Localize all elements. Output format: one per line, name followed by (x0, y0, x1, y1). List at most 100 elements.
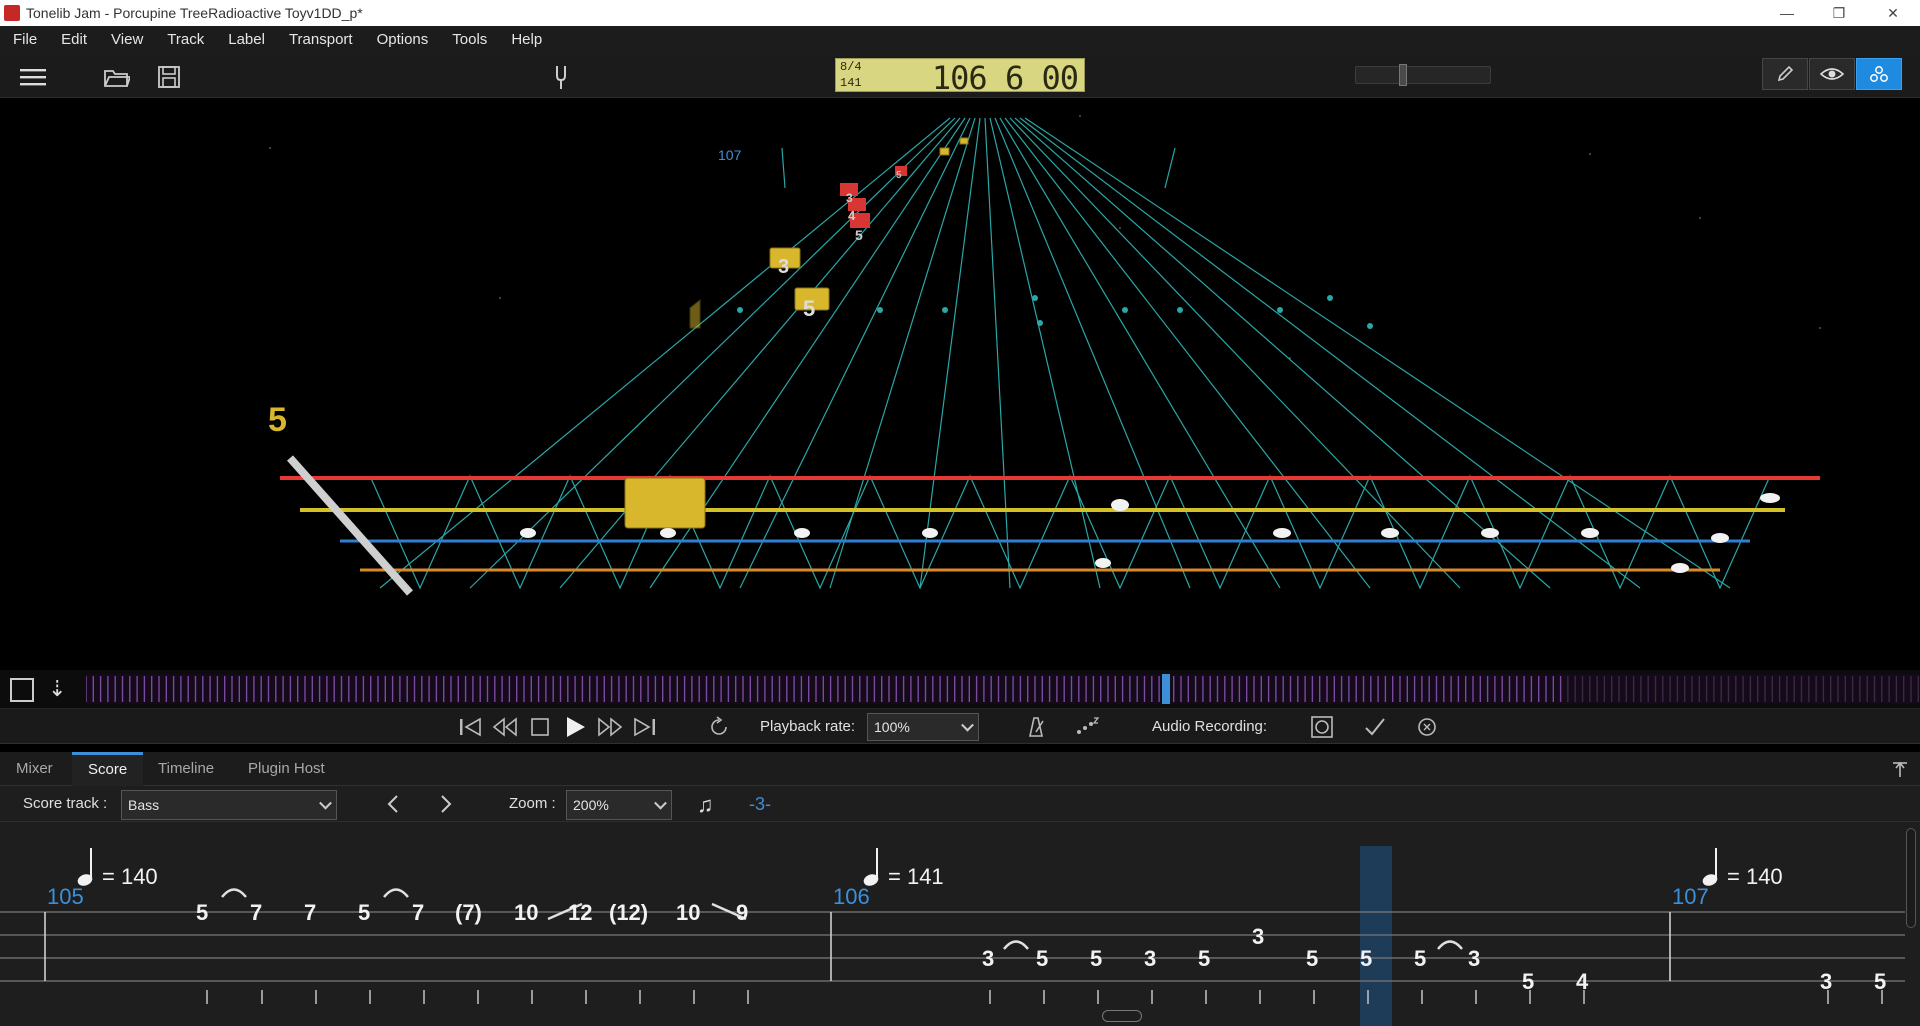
tab-note[interactable]: 7 (250, 900, 262, 926)
tab-note[interactable]: 10 (514, 900, 538, 926)
menu-tools[interactable]: Tools (440, 26, 499, 54)
music-note-icon[interactable]: ♫ (697, 792, 714, 818)
fretboard-bar-label: 107 (718, 147, 742, 163)
playhead-fret-number: 5 (268, 401, 287, 439)
play-icon[interactable] (562, 715, 588, 739)
rewind-icon[interactable] (492, 715, 518, 739)
open-folder-icon[interactable] (102, 62, 132, 92)
jam-mode-button[interactable] (1856, 58, 1902, 90)
panel-resize-handle[interactable] (937, 743, 987, 756)
score-resize-handle[interactable] (1102, 1010, 1142, 1022)
score-track-value: Bass (128, 797, 160, 813)
grid-view-icon[interactable] (10, 678, 34, 702)
tab-note[interactable]: 7 (304, 900, 316, 926)
tab-note[interactable]: 12 (568, 900, 592, 926)
score-track-select[interactable]: Bass (121, 790, 337, 820)
bar-total: 141 (840, 76, 862, 90)
tab-note[interactable]: 5 (1198, 946, 1210, 972)
strings (280, 476, 1820, 572)
pencil-icon (1777, 65, 1794, 82)
tab-note[interactable]: 10 (676, 900, 700, 926)
bar-number: 105 (47, 884, 84, 909)
tab-note[interactable]: 7 (412, 900, 424, 926)
tab-note[interactable]: 3 (1252, 924, 1264, 950)
maximize-button[interactable]: ❐ (1816, 0, 1862, 26)
fret-number: 3 (846, 191, 853, 205)
tab-note[interactable]: 5 (1036, 946, 1048, 972)
tab-note[interactable]: 9 (736, 900, 748, 926)
menu-view[interactable]: View (99, 26, 155, 54)
tab-note[interactable]: 5 (1874, 969, 1886, 995)
window-title: Tonelib Jam - Porcupine TreeRadioactive … (26, 5, 363, 21)
zoom-value: 200% (573, 797, 609, 813)
chevron-down-icon (961, 718, 974, 732)
checkmark-icon[interactable] (1362, 715, 1388, 739)
tab-note[interactable]: 3 (1468, 946, 1480, 972)
tempo-marking: = 141 (888, 864, 944, 889)
app-icon (4, 5, 20, 21)
score-scrollbar[interactable] (1906, 828, 1916, 928)
slider-thumb[interactable] (1399, 64, 1407, 86)
loop-icon[interactable] (706, 715, 732, 739)
chevron-down-icon (319, 796, 332, 810)
view-mode-button[interactable] (1809, 58, 1855, 90)
menu-track[interactable]: Track (155, 26, 216, 54)
tab-note-current[interactable]: 5 (1360, 946, 1372, 972)
tab-plugin-host[interactable]: Plugin Host (232, 752, 341, 786)
panel-collapse-icon[interactable] (1890, 760, 1910, 780)
tab-note[interactable]: 4 (1576, 969, 1588, 995)
song-overview-strip[interactable]: ⇣ (0, 670, 1920, 708)
next-bar-button[interactable] (435, 793, 457, 815)
tab-mixer[interactable]: Mixer (0, 752, 69, 786)
menu-edit[interactable]: Edit (49, 26, 99, 54)
tab-note[interactable]: 5 (1414, 946, 1426, 972)
menu-file[interactable]: File (0, 26, 49, 54)
playback-rate-label: Playback rate: (760, 718, 856, 735)
recording-settings-icon[interactable] (1414, 715, 1440, 739)
tablature-score[interactable]: 105 = 140 106 = 141 107 = 140 5 7 7 5 7 … (0, 822, 1920, 1026)
close-button[interactable]: ✕ (1870, 0, 1916, 26)
fast-forward-icon[interactable] (597, 715, 623, 739)
tuning-fork-icon[interactable] (546, 62, 576, 92)
menu-help[interactable]: Help (499, 26, 554, 54)
bar-overview[interactable] (86, 674, 1920, 704)
sort-down-icon[interactable]: ⇣ (48, 676, 66, 702)
tab-note[interactable]: 5 (1090, 946, 1102, 972)
playback-rate-select[interactable]: 100% (867, 713, 979, 741)
tab-note[interactable]: 5 (196, 900, 208, 926)
menu-label[interactable]: Label (216, 26, 277, 54)
fretboard-3d-view[interactable]: 107 5 5 3 4 5 3 5 (0, 98, 1920, 670)
tab-score[interactable]: Score (72, 752, 144, 786)
menu-options[interactable]: Options (365, 26, 441, 54)
tab-note[interactable]: 5 (358, 900, 370, 926)
tab-timeline[interactable]: Timeline (142, 752, 230, 786)
metronome-icon[interactable] (1022, 715, 1048, 739)
tab-note[interactable]: 5 (1522, 969, 1534, 995)
skip-to-end-icon[interactable] (632, 715, 658, 739)
skip-to-start-icon[interactable] (457, 715, 483, 739)
tab-note[interactable]: 5 (1306, 946, 1318, 972)
count-in-icon[interactable] (1074, 715, 1102, 739)
edit-mode-button[interactable] (1762, 58, 1808, 90)
menu-transport[interactable]: Transport (277, 26, 365, 54)
stop-icon[interactable] (528, 715, 552, 739)
transport-bar: Playback rate: 100% Audio Recording: (0, 708, 1920, 744)
tab-note[interactable]: 3 (1820, 969, 1832, 995)
tab-note[interactable]: 3 (982, 946, 994, 972)
tab-note[interactable]: (12) (609, 900, 648, 926)
chevron-down-icon (654, 796, 667, 810)
tab-note[interactable]: 3 (1144, 946, 1156, 972)
minimize-button[interactable]: — (1764, 0, 1810, 26)
master-volume-slider[interactable] (1355, 64, 1491, 86)
previous-bar-button[interactable] (382, 793, 404, 815)
transpose-indicator[interactable]: -3- (749, 794, 771, 815)
record-icon[interactable] (1309, 715, 1335, 739)
save-icon[interactable] (154, 62, 184, 92)
playback-rate-value: 100% (874, 719, 910, 735)
tab-staff (0, 846, 1905, 1026)
fretboard-canvas[interactable]: 107 5 5 3 4 5 3 5 (0, 98, 1920, 670)
overview-position-marker (1162, 674, 1170, 704)
hamburger-menu-icon[interactable] (18, 62, 48, 92)
tab-note[interactable]: (7) (455, 900, 482, 926)
zoom-select[interactable]: 200% (566, 790, 672, 820)
